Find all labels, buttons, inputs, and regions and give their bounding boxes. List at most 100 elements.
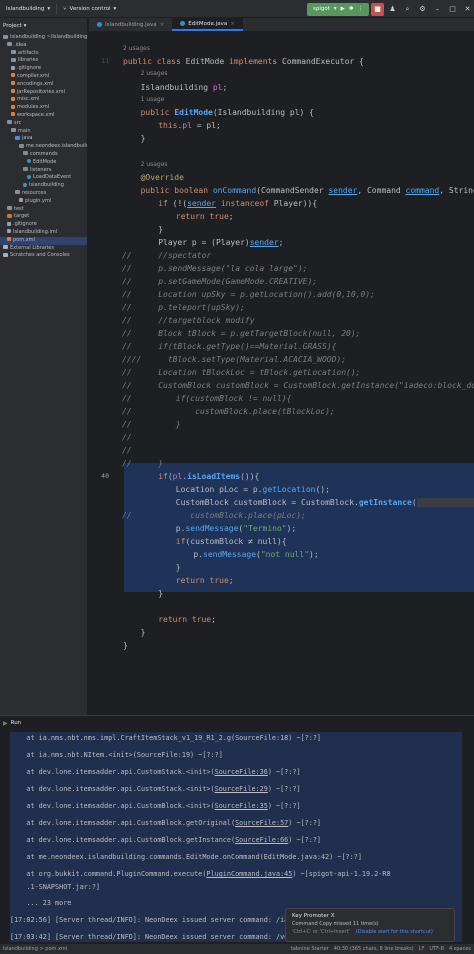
code-token: } xyxy=(175,563,181,572)
project-panel: Project ▾ Islandbuilding ~/Islandbuildin… xyxy=(0,18,88,715)
file-encoding[interactable]: UTF-8 xyxy=(429,946,444,952)
code-text: customBlock.place(pLoc); xyxy=(176,509,306,522)
close-icon[interactable]: × xyxy=(160,22,165,28)
code-token: p.setGameMode(GameMode.CREATIVE); xyxy=(158,277,318,286)
source-link[interactable]: SourceFile:29 xyxy=(215,785,268,793)
code-token: , Command xyxy=(357,186,406,195)
usage-hint[interactable]: 2 usages xyxy=(141,67,168,80)
code-text: p.sendMessage("la cola large"); xyxy=(158,262,307,275)
key-promoter-notification[interactable]: Key Promoter X Command Copy missed 11 ti… xyxy=(285,908,455,942)
code-token: ; xyxy=(228,212,234,221)
caret-position[interactable]: 40:30 (365 chars, 8 line breaks) xyxy=(334,946,414,952)
tree-item[interactable]: LoadDataEvent xyxy=(0,174,87,182)
code-token: } xyxy=(140,134,146,143)
usage-hint[interactable]: 2 usages xyxy=(141,158,168,171)
tree-item[interactable]: encodings.xml xyxy=(0,81,87,89)
breadcrumb[interactable]: Islandbuilding > pom.xml xyxy=(0,946,67,952)
tree-item[interactable]: Islandbuilding xyxy=(0,182,87,190)
code-token: (Islandbuilding pl) { xyxy=(212,108,314,117)
tree-item[interactable]: workspace.xml xyxy=(0,112,87,120)
run-panel-title: Run xyxy=(10,720,22,726)
tree-item[interactable]: Islandbuilding.iml xyxy=(0,229,87,237)
code-line: 40 if(pl.isLoadItems()){ xyxy=(89,470,474,483)
folder-icon xyxy=(15,190,20,195)
comment-marker: // xyxy=(122,433,132,442)
tree-item[interactable]: test xyxy=(0,206,87,214)
tree-item[interactable]: modules.xml xyxy=(0,104,87,112)
source-link[interactable]: SourceFile:57 xyxy=(235,819,288,827)
tree-item[interactable]: commands xyxy=(0,151,87,159)
orange-icon xyxy=(7,213,12,218)
tree-item[interactable]: Scratches and Consoles xyxy=(0,252,87,260)
file-icon xyxy=(11,65,15,70)
tree-item[interactable]: .gitignore xyxy=(0,65,87,73)
source-link[interactable]: PluginCommand.java:45 xyxy=(206,870,292,878)
usage-hint[interactable]: 2 usages xyxy=(123,42,150,55)
more-icon[interactable]: ⋮ xyxy=(358,6,364,12)
minimize-icon[interactable]: – xyxy=(431,3,444,16)
code-line: return true; xyxy=(89,210,474,223)
tree-item[interactable]: java xyxy=(0,135,87,143)
chevron-down-icon: ▾ xyxy=(21,23,27,29)
tree-item[interactable]: plugin.yml xyxy=(0,198,87,206)
code-token: p.sendMessage("la cola large"); xyxy=(158,264,308,273)
code-text: if(customBlock ≠ null){ xyxy=(176,535,287,548)
project-panel-header[interactable]: Project ▾ xyxy=(0,18,87,34)
source-link[interactable]: SourceFile:35 xyxy=(215,802,268,810)
tree-item[interactable]: me.neondeex.islandbuilding xyxy=(0,143,87,151)
console-text: ) ~[?:?] xyxy=(267,785,301,793)
search-icon[interactable]: ⌕ xyxy=(401,3,414,16)
code-token: Location tBlockLoc = tBlock.getLocation(… xyxy=(158,368,361,377)
tree-item[interactable]: libraries xyxy=(0,57,87,65)
tree-item[interactable]: target xyxy=(0,213,87,221)
tree-item[interactable]: resources xyxy=(0,190,87,198)
console-line: at ia.nms.nbt.nms.impl.CraftItemStack_v1… xyxy=(10,732,321,746)
code-token: onCommand xyxy=(212,186,257,195)
people-icon[interactable]: ♟ xyxy=(386,3,399,16)
tree-item[interactable]: artifacts xyxy=(0,50,87,58)
run-configuration-selector[interactable]: spigot ▾ ▶ ✱ ⋮ xyxy=(306,2,369,16)
tree-item[interactable]: pom.xml xyxy=(0,236,87,245)
tree-item[interactable]: main xyxy=(0,128,87,136)
usage-hint[interactable]: 1 usage xyxy=(141,93,165,106)
code-text: p.sendMessage("not null"); xyxy=(193,548,318,561)
stop-icon[interactable]: ■ xyxy=(371,2,384,16)
line-separator[interactable]: LF xyxy=(419,946,425,952)
comment-marker: // xyxy=(122,316,132,325)
tree-item[interactable]: src xyxy=(0,120,87,128)
code-token: Location pLoc = p. xyxy=(175,485,263,494)
tab-editmode-java[interactable]: EditMode.java × xyxy=(172,18,243,31)
close-icon[interactable]: × xyxy=(230,21,235,27)
tree-item[interactable]: Islandbuilding ~/Islandbuilding xyxy=(0,34,87,42)
tree-item[interactable]: compiler.xml xyxy=(0,73,87,81)
play-icon[interactable]: ▶ xyxy=(341,6,345,12)
project-switcher[interactable]: Islandbuilding ▾ xyxy=(0,6,56,12)
tree-item[interactable]: misc.xml xyxy=(0,96,87,104)
debug-icon[interactable]: ✱ xyxy=(349,6,354,12)
tree-item[interactable]: External Libraries xyxy=(0,245,87,253)
tree-item[interactable]: listeners xyxy=(0,167,87,175)
tabnine-widget[interactable]: tabnine Starter xyxy=(291,946,329,952)
code-text: p.teleport(upSky); xyxy=(158,301,245,314)
disable-alert-link[interactable]: (Disable alert for this shortcut) xyxy=(356,929,433,935)
maximize-icon[interactable]: □ xyxy=(446,3,459,16)
tree-item-label: modules.xml xyxy=(17,104,50,111)
code-token: } xyxy=(140,628,146,637)
indent-setting[interactable]: 4 spaces xyxy=(449,946,471,952)
code-token: p.teleport(upSky); xyxy=(158,303,245,312)
code-token: ; xyxy=(228,576,234,585)
source-link[interactable]: SourceFile:36 xyxy=(215,768,268,776)
vcs-menu[interactable]: ⑂ Version control ▾ xyxy=(57,6,122,12)
tab-islandbuilding-java[interactable]: Islandbuilding.java × xyxy=(89,18,172,31)
code-editor[interactable]: 2 usages 11 public class EditMode implemen… xyxy=(89,33,474,715)
tree-item[interactable]: jarRepositories.xml xyxy=(0,89,87,97)
code-text: } xyxy=(158,587,163,600)
source-link[interactable]: SourceFile:66 xyxy=(235,836,288,844)
tree-item[interactable]: .gitignore xyxy=(0,221,87,229)
gear-icon[interactable]: ⚙ xyxy=(416,3,429,16)
tree-item[interactable]: EditMode xyxy=(0,159,87,167)
tree-item[interactable]: .idea xyxy=(0,42,87,50)
close-icon[interactable]: ✕ xyxy=(461,3,474,16)
code-text: return true; xyxy=(158,613,216,626)
tree-item-label: listeners xyxy=(30,166,52,173)
